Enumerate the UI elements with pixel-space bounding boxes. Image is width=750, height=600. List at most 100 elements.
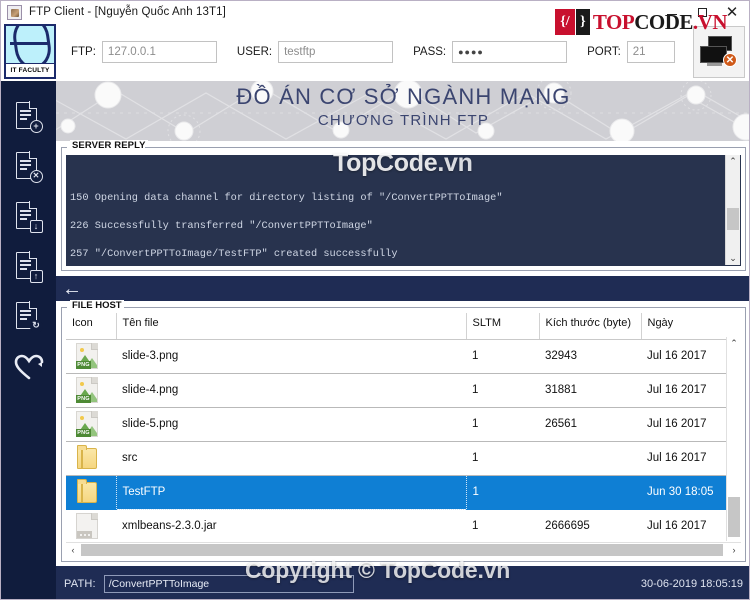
user-field-group: USER: testftp: [236, 41, 394, 63]
path-label: PATH:: [64, 577, 96, 590]
sidebar-item-document-refresh[interactable]: ↻: [7, 293, 51, 341]
table-row[interactable]: PNG slide-3.png 1 32943 Jul 16 2017: [66, 339, 726, 374]
server-reply-line: 150 Opening data channel for directory l…: [70, 191, 503, 204]
server-reply-scrollbar[interactable]: ⌃ ⌄: [725, 155, 740, 265]
file-date-cell: Jul 16 2017: [641, 441, 726, 476]
pass-field-group: PASS: ●●●●: [413, 41, 568, 63]
folder-icon: [76, 445, 98, 471]
user-input[interactable]: testftp: [278, 41, 394, 63]
file-name-cell: xmlbeans-2.3.0.jar: [116, 509, 466, 541]
document-download-icon: ↓: [15, 202, 43, 233]
ftp-client-window: FTP Client - [Nguyễn Quốc Anh 13T1] ✕ {/…: [0, 0, 750, 600]
ftp-host-input[interactable]: 127.0.0.1: [101, 41, 217, 63]
file-size-cell: [539, 475, 641, 510]
scroll-left-icon[interactable]: ‹: [66, 545, 80, 555]
file-sltm-cell: 1: [466, 509, 539, 541]
table-row[interactable]: PNG slide-5.png 1 26561 Jul 16 2017: [66, 407, 726, 442]
column-header-size[interactable]: Kích thước (byte): [539, 313, 642, 340]
document-add-icon: +: [15, 102, 43, 133]
file-name-cell: src: [116, 441, 466, 476]
scroll-up-icon[interactable]: ⌃: [729, 155, 737, 168]
path-input[interactable]: /ConvertPPTToImage: [103, 574, 354, 593]
sidebar-item-document-download[interactable]: ↓: [7, 193, 51, 241]
file-sltm-cell: 1: [466, 407, 539, 442]
table-row[interactable]: xmlbeans-2.3.0.jar 1 2666695 Jul 16 2017: [66, 509, 726, 541]
file-date-cell: Jun 30 18:05: [641, 475, 726, 510]
file-host-panel: FILE HOST Icon Tên file SLTM Kích thước …: [56, 300, 749, 566]
file-table-horizontal-scrollbar[interactable]: ‹ ›: [66, 542, 741, 557]
banner-line-1: ĐỒ ÁN CƠ SỞ NGÀNH MẠNG: [236, 84, 571, 109]
scroll-right-icon[interactable]: ›: [727, 545, 741, 555]
file-sltm-cell: 1: [466, 373, 539, 408]
file-sltm-cell: 1: [466, 475, 539, 510]
title-bar: FTP Client - [Nguyễn Quốc Anh 13T1] ✕: [1, 1, 749, 23]
minimize-button[interactable]: [657, 2, 687, 22]
file-name-cell: TestFTP: [115, 474, 467, 510]
status-bar: PATH: /ConvertPPTToImage 30-06-2019 18:0…: [56, 566, 749, 599]
server-reply-panel: SERVER REPLY 150 Opening data channel fo…: [56, 140, 749, 276]
faculty-logo-caption: IT FACULTY: [6, 64, 54, 77]
server-reply-line: 226 Successfully transferred "/ConvertPP…: [70, 220, 373, 233]
disconnect-screens-icon: ✕: [700, 36, 738, 68]
pass-label: PASS:: [413, 46, 447, 58]
scrollbar-thumb[interactable]: [727, 207, 739, 230]
file-table: Icon Tên file SLTM Kích thước (byte) Ngà…: [66, 313, 726, 541]
file-sltm-cell: 1: [466, 339, 539, 374]
column-header-icon[interactable]: Icon: [66, 313, 117, 340]
scrollbar-thumb[interactable]: [728, 497, 740, 537]
document-upload-icon: ↑: [15, 252, 43, 283]
file-name-cell: slide-3.png: [116, 339, 466, 374]
banner-line-2: CHƯƠNG TRÌNH FTP: [317, 112, 490, 129]
banner: ĐỒ ÁN CƠ SỞ NGÀNH MẠNG CHƯƠNG TRÌNH FTP: [56, 81, 749, 141]
window-controls: ✕: [657, 1, 747, 23]
jar-file-icon: [76, 513, 98, 539]
column-header-date[interactable]: Ngày: [641, 313, 726, 340]
banner-text: ĐỒ ÁN CƠ SỞ NGÀNH MẠNG CHƯƠNG TRÌNH FTP: [56, 81, 749, 130]
file-size-cell: 26561: [539, 407, 641, 442]
table-row[interactable]: src 1 Jul 16 2017: [66, 441, 726, 476]
java-coffee-cup-icon: [7, 4, 22, 20]
sidebar-item-favorite-refresh[interactable]: [7, 343, 51, 391]
file-size-cell: 31881: [539, 373, 641, 408]
file-date-cell: Jul 16 2017: [641, 407, 726, 442]
scrollbar-thumb-horizontal[interactable]: [81, 544, 723, 556]
heart-refresh-icon: [14, 354, 44, 380]
table-row[interactable]: PNG slide-4.png 1 31881 Jul 16 2017: [66, 373, 726, 408]
file-size-cell: 32943: [539, 339, 641, 374]
port-field-group: PORT: 21: [587, 41, 675, 63]
window-title: FTP Client - [Nguyễn Quốc Anh 13T1]: [29, 6, 226, 18]
png-file-icon: PNG: [76, 377, 98, 403]
file-size-cell: 2666695: [539, 509, 641, 541]
disconnect-button[interactable]: ✕: [693, 26, 745, 78]
server-reply-lines: 150 Opening data channel for directory l…: [70, 176, 737, 266]
png-file-icon: PNG: [76, 343, 98, 369]
status-timestamp: 30-06-2019 18:05:19: [640, 577, 743, 590]
server-reply-console[interactable]: 150 Opening data channel for directory l…: [66, 155, 741, 266]
sidebar-item-document-add[interactable]: +: [7, 93, 51, 141]
back-arrow-icon[interactable]: ←: [62, 279, 82, 299]
file-table-vertical-scrollbar[interactable]: ⌃ ⌄: [726, 337, 741, 541]
sidebar-item-document-upload[interactable]: ↑: [7, 243, 51, 291]
server-reply-line: 257 "/ConvertPPTToImage/TestFTP" created…: [70, 248, 398, 261]
column-header-sltm[interactable]: SLTM: [466, 313, 540, 340]
file-date-cell: Jul 16 2017: [641, 373, 726, 408]
port-label: PORT:: [587, 46, 621, 58]
file-host-legend: FILE HOST: [70, 300, 124, 311]
maximize-button[interactable]: [687, 2, 717, 22]
column-header-name[interactable]: Tên file: [116, 313, 467, 340]
file-table-wrap: Icon Tên file SLTM Kích thước (byte) Ngà…: [66, 313, 741, 541]
faculty-logo-art: [6, 26, 54, 64]
table-row-selected[interactable]: TestFTP 1 Jun 30 18:05: [66, 474, 726, 510]
password-input[interactable]: ●●●●: [452, 41, 568, 63]
file-name-cell: slide-5.png: [116, 407, 466, 442]
port-input[interactable]: 21: [626, 41, 675, 63]
user-label: USER:: [236, 46, 273, 58]
it-faculty-logo: IT FACULTY: [4, 24, 56, 79]
scroll-up-icon[interactable]: ⌃: [730, 337, 738, 350]
document-refresh-icon: ↻: [15, 302, 43, 333]
ftp-label: FTP:: [71, 46, 96, 58]
close-button[interactable]: ✕: [717, 2, 747, 22]
scroll-down-icon[interactable]: ⌄: [729, 252, 737, 265]
sidebar-item-document-delete[interactable]: ✕: [7, 143, 51, 191]
ftp-field-group: FTP: 127.0.0.1: [71, 41, 217, 63]
